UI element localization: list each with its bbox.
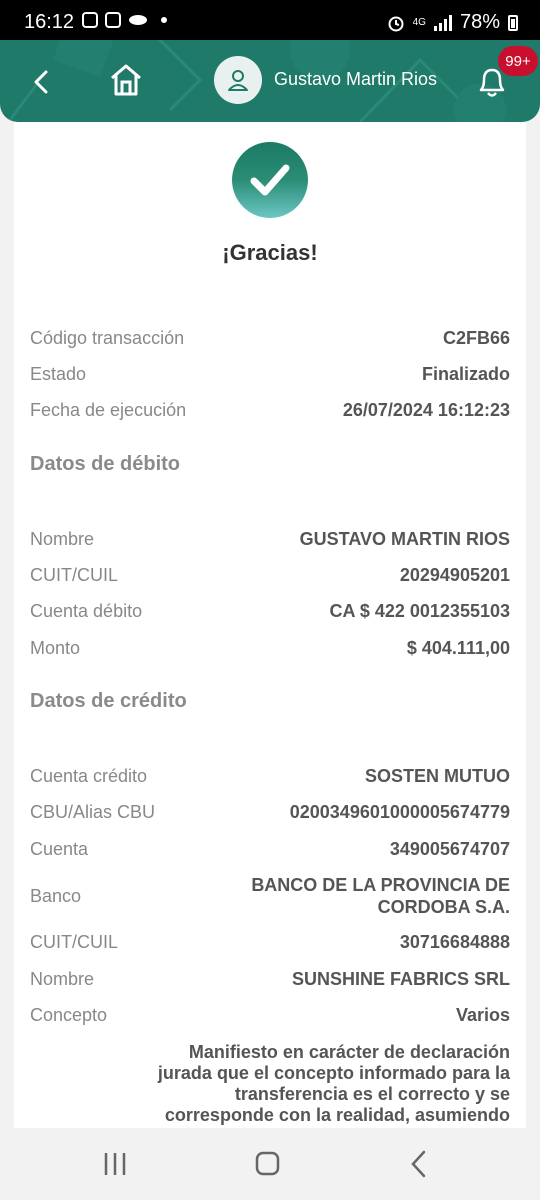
system-status-icons: 4G 78% (387, 11, 518, 34)
detail-label: Banco (30, 886, 82, 906)
app-header: Gustavo Martin Rios (0, 40, 540, 122)
detail-value: Finalizado (421, 364, 510, 384)
detail-label: Fecha de ejecución (30, 400, 187, 420)
confirmation-title: ¡Gracias! (222, 240, 318, 265)
alarm-icon (388, 16, 404, 31)
detail-value: 26/07/2024 16:12:23 (342, 400, 510, 420)
credit-row-bank: Banco BANCO DE LA PROVINCIA DE CORDOBA S… (30, 874, 510, 922)
debit-section-title: Datos de débito (30, 453, 181, 475)
system-nav-bar (0, 1128, 540, 1200)
detail-label: Cuenta débito (30, 601, 143, 621)
user-icon (228, 70, 248, 91)
detail-value: SUNSHINE FABRICS SRL (291, 969, 510, 989)
app-notification-icon (129, 15, 147, 25)
detail-label: Nombre (30, 529, 95, 549)
status-bar: 16:12 4G 78% (0, 0, 540, 44)
home-nav-button[interactable] (252, 1148, 284, 1180)
network-type: 4G (412, 16, 426, 28)
detail-value: SOSTEN MUTUO (364, 766, 510, 786)
app-notification-icon (105, 12, 121, 28)
detail-value: $ 404.111,00 (406, 638, 510, 658)
detail-value: BANCO DE LA PROVINCIA DE CORDOBA S.A. (251, 875, 510, 917)
detail-value: 349005674707 (389, 839, 510, 859)
user-name[interactable]: Gustavo Martin Rios (274, 69, 437, 90)
user-avatar[interactable] (214, 56, 262, 104)
notification-icons (82, 12, 167, 28)
detail-value: 30716684888 (399, 932, 510, 952)
home-button[interactable] (106, 60, 146, 100)
battery-percent: 78% (459, 11, 500, 33)
signal-icon (433, 14, 452, 31)
more-notifications-icon (161, 17, 167, 23)
notification-badge[interactable]: 99+ (498, 46, 538, 76)
checkmark-icon (250, 164, 290, 196)
detail-label: Monto (30, 638, 81, 658)
app-notification-icon (82, 12, 98, 28)
detail-value: Varios (455, 1005, 510, 1025)
detail-label: Cuenta crédito (30, 766, 148, 786)
chevron-left-icon (34, 70, 48, 94)
detail-label: CUIT/CUIL (30, 565, 119, 585)
status-time: 16:12 (24, 11, 75, 33)
detail-value: C2FB66 (442, 328, 510, 348)
home-icon (111, 64, 141, 96)
detail-label: Estado (30, 364, 87, 384)
detail-label: Cuenta (30, 839, 89, 859)
detail-label: Código transacción (30, 328, 185, 348)
detail-label: CUIT/CUIL (30, 932, 119, 952)
battery-icon (508, 14, 518, 31)
detail-value: CA $ 422 0012355103 (329, 601, 510, 621)
back-button[interactable] (28, 62, 58, 100)
back-nav-button[interactable] (404, 1148, 436, 1180)
detail-value: 0200349601000005674779 (289, 802, 510, 822)
credit-section-title: Datos de crédito (30, 690, 187, 712)
detail-label: Concepto (30, 1005, 108, 1025)
receipt-card: ¡Gracias! Código transacción C2FB66 Esta… (14, 122, 526, 1128)
detail-value: 20294905201 (399, 565, 510, 585)
detail-label: CBU/Alias CBU (30, 802, 156, 822)
detail-label: Nombre (30, 969, 95, 989)
success-indicator (232, 142, 308, 218)
recent-apps-button[interactable] (100, 1150, 132, 1178)
header-pattern (8, 40, 506, 122)
detail-value: GUSTAVO MARTIN RIOS (299, 529, 510, 549)
legal-declaration: Manifiesto en carácter de declaración ju… (157, 1042, 510, 1125)
